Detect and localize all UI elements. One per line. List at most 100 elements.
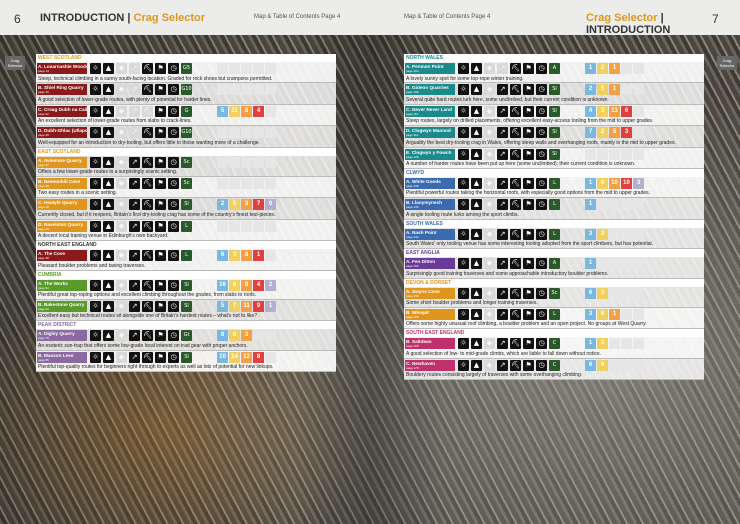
crag-row[interactable]: B. Saltdean page 168 ☼ ▲ ◆ ↗ ⛏ ⚑ ◷ C 1 3 A good sele…	[404, 337, 704, 359]
crag-row[interactable]: B. Bakestone Quarry page 62 ☼ ▲ ◆ ↗ ⛏ ⚑ ◷ Sl 5 7 11 9…	[36, 299, 336, 322]
crag-name-link[interactable]: B. Saltdean page 168	[405, 338, 455, 350]
crag-row[interactable]: A. Digley Quarry page 76 ☼ ▲ ◆ ↗ ⛏ ⚑ ◷ Gt 8 8 3 An es…	[36, 329, 336, 351]
rock-type-badge: G10	[181, 127, 192, 139]
grade-count	[609, 338, 620, 350]
crag-row[interactable]: D. Clogwyn Mannod page 112 ☼ ▲ ◆ ↗ ⛏ ⚑ ◷ Sl 7 2 5 3 Ar…	[404, 126, 704, 148]
crag-row[interactable]: A. The Cove page 48 ☼ ▲ ◆ ↗ ⛏ ⚑ ◷ L 6 3 8 1 Pleasant b…	[36, 249, 336, 271]
grade-counts: 69	[585, 359, 644, 371]
steep-icon: ↗	[497, 148, 508, 160]
crag-row[interactable]: B. Gideon Quarries page 108 ☼ ▲ ◆ ↗ ⛏ ⚑ ◷ Sl 2 5 1 Se…	[404, 83, 704, 105]
crag-name-link[interactable]: A. Aviemore Quarry page 37	[37, 156, 87, 168]
crag-icons: ☼ ▲ ◆ ↗ ⛏ ⚑ ◷ Sl	[90, 300, 192, 313]
crag-name-link[interactable]: A. Fen Ditton page 150	[405, 258, 455, 270]
crag-name-link[interactable]: D. Clogwyn Mannod page 112	[405, 127, 455, 139]
grade-count	[241, 127, 252, 139]
crag-name-link[interactable]: A. Nash Point page 142	[405, 228, 455, 240]
crag-icons: ☼ ▲ ◆ ↗ ⛏ ⚑ ◷ A	[458, 63, 560, 75]
crag-name-link[interactable]: A. White Goods page 130	[405, 177, 455, 189]
drip-icon: ◆	[116, 300, 127, 312]
crag-name-link[interactable]: B. Bakestone Quarry page 62	[37, 300, 87, 312]
crag-description: Arguably the best dry-tooling crag in Wa…	[406, 139, 676, 146]
time-icon: ◷	[536, 287, 547, 299]
crag-row[interactable]: B. Llanymynech page 136 ☼ ▲ ◆ ↗ ⛏ ⚑ ◷ L 1 A single …	[404, 198, 704, 220]
right-map-link[interactable]: Map & Table of Contents Page 4	[404, 14, 490, 20]
crag-name-link[interactable]: B. Newtonhill Cave page 38	[37, 177, 87, 189]
grade-counts: 121	[585, 63, 644, 74]
grade-count: 5	[597, 84, 608, 96]
crag-name-link[interactable]: C. Creag Dubh na Cailbhepage 22	[37, 105, 87, 117]
crag-row[interactable]: A. Penmon Point page 104 ☼ ▲ ◆ ↗ ⛏ ⚑ ◷ A 1 2 1 A love…	[404, 62, 704, 84]
rock-type-badge: Sc	[181, 156, 192, 168]
sun-icon: ☼	[458, 258, 469, 270]
grade-count	[241, 63, 252, 74]
rock-icon: ▲	[103, 250, 114, 262]
time-icon: ◷	[536, 105, 547, 117]
crag-row[interactable]: A. Fen Ditton page 150 ☼ ▲ ◆ ↗ ⛏ ⚑ ◷ A 1 Surprising…	[404, 257, 704, 279]
grade-count: 1	[585, 177, 596, 189]
crag-row[interactable]: D. Ravelston Quarry page 44 ☼ ▲ ◆ ↗ ⛏ ⚑ ◷ L A dece…	[36, 219, 336, 242]
left-section-tab[interactable]: Crag Selector	[5, 56, 25, 70]
crag-name-link[interactable]: A. The Works page 54	[37, 279, 87, 291]
grade-counts: 4 3 13 6	[585, 105, 644, 117]
crag-row[interactable]: C. Creag Dubh na Cailbhepage 22☼▲◆↗⛏⚑◷G 5…	[36, 104, 336, 127]
grade-count	[621, 258, 632, 270]
grade-count: 6	[585, 287, 596, 299]
crag-description: Plentiful top-quality routes for beginne…	[38, 364, 274, 371]
steep-icon: ↗	[129, 300, 140, 312]
crag-name-link[interactable]: A. Loaarnashie Woods page 14	[37, 63, 87, 74]
right-section-tab[interactable]: Crag Selector	[717, 56, 737, 70]
crag-row[interactable]: D. Dubh-Ghlac (Ullapool)page 26☼▲◆↗⛏⚑◷G1…	[36, 126, 336, 148]
crag-row[interactable]: B. Winspit page 160 ☼ ▲ ◆ ↗ ⛏ ⚑ ◷ L 3 6 1 Offers some…	[404, 307, 704, 330]
crag-row[interactable]: A. The Works page 54 ☼ ▲ ◆ ↗ ⛏ ⚑ ◷ Sl 16 8 8 4 2 Plenti…	[36, 278, 336, 300]
crag-name-link[interactable]: E. Clogwyn y Fowch page 126	[405, 148, 455, 160]
crag-name-link[interactable]: D. Ravelston Quarry page 44	[37, 220, 87, 232]
crag-row[interactable]: E. Clogwyn y Fowch page 126 ☼ ▲ ◆ ↗ ⛏ ⚑ ◷ Sl A num…	[404, 147, 704, 169]
grade-counts: 883	[217, 330, 276, 342]
crag-row[interactable]: B. Masson Lees page 86 ☼ ▲ ◆ ↗ ⛏ ⚑ ◷ Sl 10 14 12 8 Ple…	[36, 350, 336, 373]
crag-name-link[interactable]: A. The Cove page 48	[37, 250, 87, 262]
grade-count	[633, 287, 644, 299]
crag-name-link[interactable]: C. Heatyle Quarry page 40	[37, 199, 87, 211]
crag-row[interactable]: A. Loaarnashie Woods page 14 ☼ ▲ ◆ ↗ ⛏ ⚑ ◷ G5 Stee…	[36, 62, 336, 84]
crag-description: Steep routes, largely on drilled placeme…	[406, 118, 654, 125]
crag-name: A. Swyne Cove	[406, 288, 440, 294]
left-map-link[interactable]: Map & Table of Contents Page 4	[254, 14, 340, 20]
crag-name-link[interactable]: B. Masson Lees page 86	[37, 351, 87, 363]
grade-count: 9	[597, 359, 608, 371]
crag-name-link[interactable]: B. Winspit page 160	[405, 308, 455, 320]
crag-name-link[interactable]: B. Gideon Quarries page 108	[405, 84, 455, 96]
crag-name-link[interactable]: D. Dubh-Ghlac (Ullapool)page 26	[37, 127, 87, 139]
crag-row[interactable]: A. Swyne Cove page 158 ☼ ▲ ◆ ↗ ⛏ ⚑ ◷ Sc 6 3 Some sho…	[404, 286, 704, 308]
rock-type-badge: L	[549, 199, 560, 211]
crag-name-link[interactable]: B. Shiel Ring Quarry page 16	[37, 84, 87, 96]
axe-icon: ⛏	[142, 300, 153, 312]
crag-name-link[interactable]: C. Never Never Land page 110	[405, 105, 455, 117]
axe-icon: ⛏	[142, 63, 153, 74]
region-heading: EAST ANGLIA	[404, 249, 704, 258]
grade-count: 1	[253, 250, 264, 262]
grade-count: 3	[597, 338, 608, 350]
crag-row[interactable]: A. Aviemore Quarry page 37 ☼ ▲ ◆ ↗ ⛏ ⚑ ◷ Sc Offers…	[36, 155, 336, 177]
crag-name-link[interactable]: A. Swyne Cove page 158	[405, 287, 455, 299]
crag-name-link[interactable]: A. Penmon Point page 104	[405, 63, 455, 74]
crag-row[interactable]: C. Never Never Land page 110 ☼ ▲ ◆ ↗ ⛏ ⚑ ◷ Sl 4 3 13…	[404, 104, 704, 127]
crag-row[interactable]: B. Newtonhill Cave page 38 ☼ ▲ ◆ ↗ ⛏ ⚑ ◷ Sc Two ea…	[36, 176, 336, 199]
crag-row[interactable]: B. Shiel Ring Quarry page 16 ☼ ▲ ◆ ↗ ⛏ ⚑ ◷ G10 A g…	[36, 83, 336, 105]
crag-row[interactable]: C. Newhaven page 178 ☼ ▲ ◆ ↗ ⛏ ⚑ ◷ C 6 9 Bouldery ro…	[404, 358, 704, 381]
rock-type-badge: Sl	[549, 127, 560, 139]
sun-icon: ☼	[90, 220, 101, 232]
crag-row[interactable]: C. Heatyle Quarry page 40 ☼ ▲ ◆ ↗ ⛏ ⚑ ◷ Sl 2 5 3 7 0 Cu…	[36, 198, 336, 220]
crag-name-link[interactable]: C. Newhaven page 178	[405, 359, 455, 371]
crag-name-link[interactable]: B. Llanymynech page 136	[405, 199, 455, 211]
crag-row[interactable]: A. White Goods page 130 ☼ ▲ ◆ ↗ ⛏ ⚑ ◷ L 1 6 10 10 3 Ple…	[404, 176, 704, 199]
grade-count: 3	[241, 330, 252, 342]
drip-icon: ◆	[116, 63, 127, 74]
steep-icon: ↗	[129, 63, 140, 74]
grade-counts	[217, 127, 276, 139]
crag-row[interactable]: A. Nash Point page 142 ☼ ▲ ◆ ↗ ⛏ ⚑ ◷ L 3 3 South Wal…	[404, 227, 704, 250]
crag-name-link[interactable]: A. Digley Quarry page 76	[37, 330, 87, 342]
right-title-crag: Crag Selector	[586, 12, 658, 24]
grade-count: 8	[229, 330, 240, 342]
approach-icon: ⚑	[523, 148, 534, 160]
right-title-sep: |	[660, 12, 664, 24]
